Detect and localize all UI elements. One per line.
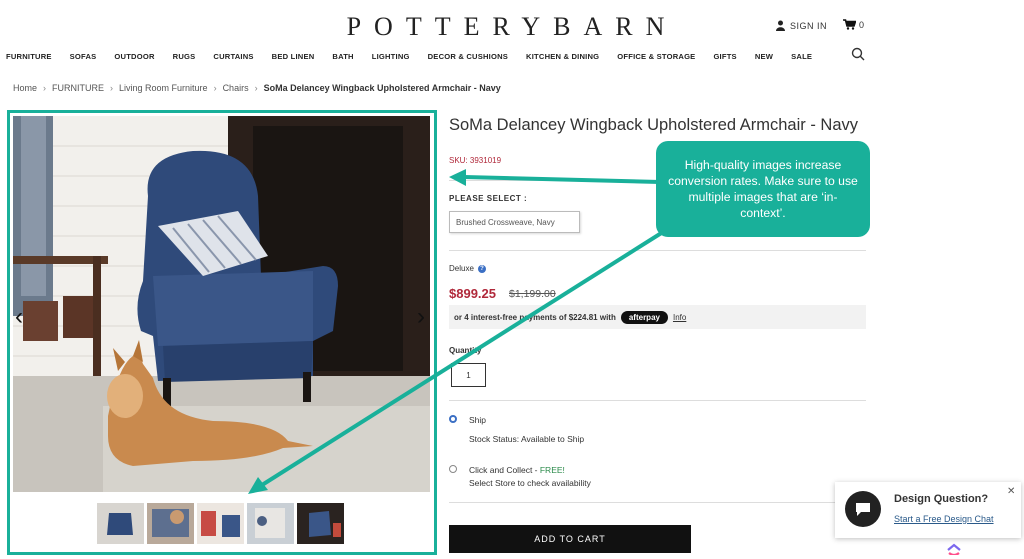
- thumbnail[interactable]: [197, 503, 244, 544]
- afterpay-banner: or 4 interest-free payments of $224.81 w…: [449, 305, 866, 329]
- brand-logo[interactable]: POTTERYBARN: [0, 12, 1024, 42]
- clickup-logo-icon: [947, 543, 961, 555]
- annotation-callout: High-quality images increase conversion …: [656, 141, 870, 237]
- design-chat-widget: Design Question? Start a Free Design Cha…: [835, 482, 1021, 538]
- product-sku: SKU: 3931019: [449, 156, 502, 165]
- ship-radio[interactable]: [449, 415, 457, 423]
- tier-name: Deluxe: [449, 264, 474, 273]
- product-title: SoMa Delancey Wingback Upholstered Armch…: [449, 116, 858, 134]
- afterpay-logo: afterpay: [620, 310, 668, 324]
- thumbnail[interactable]: [297, 503, 344, 544]
- select-label: PLEASE SELECT :: [449, 194, 528, 203]
- nav-item[interactable]: RUGS: [173, 52, 196, 61]
- nav-item[interactable]: CURTAINS: [213, 52, 253, 61]
- afterpay-text: or 4 interest-free payments of $224.81 w…: [454, 312, 616, 322]
- original-price: $1,199.00: [509, 288, 556, 300]
- fabric-swatch-select[interactable]: Brushed Crossweave, Navy: [449, 211, 580, 233]
- divider: [449, 250, 866, 251]
- cart-button[interactable]: 0: [843, 19, 864, 30]
- afterpay-info-link[interactable]: Info: [673, 313, 686, 322]
- cart-icon: [843, 19, 856, 30]
- chevron-right-icon: ›: [213, 83, 217, 93]
- collect-label: Click and Collect - FREE!: [469, 465, 565, 475]
- add-to-cart-button[interactable]: ADD TO CART: [449, 525, 691, 553]
- nav-item[interactable]: OUTDOOR: [114, 52, 154, 61]
- breadcrumb-current: SoMa Delancey Wingback Upholstered Armch…: [263, 83, 501, 93]
- thumbnail[interactable]: [147, 503, 194, 544]
- chevron-right-icon: ›: [110, 83, 114, 93]
- cart-count: 0: [859, 19, 865, 30]
- nav-item[interactable]: GIFTS: [713, 52, 736, 61]
- tier-label: Deluxe ?: [449, 264, 486, 273]
- collect-subtext: Select Store to check availability: [469, 478, 591, 488]
- help-icon[interactable]: ?: [477, 264, 486, 273]
- breadcrumb-item[interactable]: Home: [13, 83, 37, 93]
- start-chat-link[interactable]: Start a Free Design Chat: [894, 514, 994, 524]
- quantity-label: Quantity: [449, 346, 482, 355]
- nav-item[interactable]: KITCHEN & DINING: [526, 52, 599, 61]
- nav-item[interactable]: SALE: [791, 52, 812, 61]
- quantity-input[interactable]: 1: [451, 363, 486, 387]
- chevron-right-icon: ›: [254, 83, 258, 93]
- thumbnail-strip: [97, 503, 344, 544]
- ship-label: Ship: [469, 415, 487, 425]
- gallery-highlight-frame: [7, 110, 437, 555]
- chevron-left-icon[interactable]: ‹: [15, 303, 23, 331]
- breadcrumb-item[interactable]: Chairs: [223, 83, 249, 93]
- breadcrumb-item[interactable]: Living Room Furniture: [119, 83, 208, 93]
- divider: [449, 502, 866, 503]
- nav-item[interactable]: BED LINEN: [272, 52, 315, 61]
- nav-item[interactable]: LIGHTING: [372, 52, 410, 61]
- nav-item[interactable]: BATH: [332, 52, 353, 61]
- thumbnail[interactable]: [97, 503, 144, 544]
- collect-radio[interactable]: [449, 465, 457, 473]
- chevron-right-icon: ›: [43, 83, 47, 93]
- sale-price: $899.25: [449, 286, 496, 301]
- main-nav: FURNITURE SOFAS OUTDOOR RUGS CURTAINS BE…: [6, 52, 830, 61]
- divider: [449, 400, 866, 401]
- nav-item[interactable]: NEW: [755, 52, 773, 61]
- sign-in-label: SIGN IN: [790, 20, 828, 31]
- chat-bubble-icon[interactable]: [845, 491, 881, 527]
- breadcrumb: Home › FURNITURE › Living Room Furniture › …: [13, 83, 501, 93]
- chevron-right-icon[interactable]: ›: [417, 303, 425, 331]
- close-icon[interactable]: ✕: [1007, 486, 1015, 497]
- thumbnail[interactable]: [247, 503, 294, 544]
- collect-free: FREE!: [539, 465, 565, 475]
- nav-item[interactable]: FURNITURE: [6, 52, 52, 61]
- sign-in-link[interactable]: SIGN IN: [776, 20, 827, 31]
- nav-item[interactable]: OFFICE & STORAGE: [617, 52, 695, 61]
- stock-status: Stock Status: Available to Ship: [469, 434, 585, 444]
- nav-item[interactable]: DECOR & CUSHIONS: [428, 52, 508, 61]
- nav-item[interactable]: SOFAS: [70, 52, 97, 61]
- collect-label-text: Click and Collect -: [469, 465, 540, 475]
- search-icon[interactable]: [851, 47, 865, 61]
- user-icon: [776, 20, 785, 31]
- breadcrumb-item[interactable]: FURNITURE: [52, 83, 104, 93]
- chat-title: Design Question?: [894, 493, 989, 505]
